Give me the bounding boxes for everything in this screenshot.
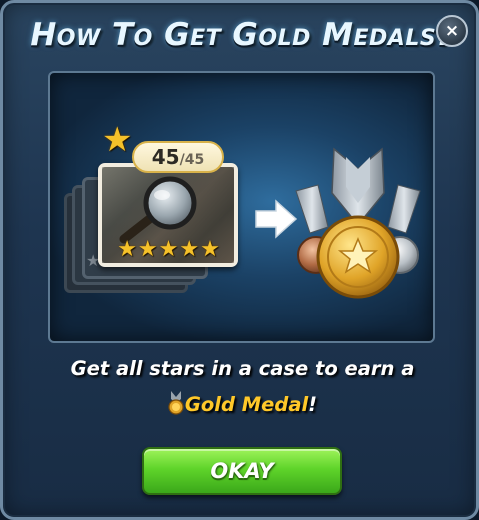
close-button[interactable]: × [436,15,468,47]
star-score-badge: 45/45 [132,141,224,173]
caption-suffix: ! [308,393,318,416]
gold-medals-dialog: How To Get Gold Medals? × ★★★★★ 45/45 ★ … [0,0,479,520]
caption-line-2: Gold Medal! [3,391,476,416]
gold-medal-icon [168,391,184,415]
caption-line-1: Get all stars in a case to earn a [70,357,415,380]
medals-icon [295,147,421,299]
illustration-panel: ★★★★★ 45/45 ★ [48,71,435,343]
close-icon: × [444,21,460,41]
dialog-title: How To Get Gold Medals? [30,17,455,53]
score-current: 45 [151,145,180,169]
gold-medal-label: Gold Medal [184,393,309,416]
star-icon: ★ [102,120,133,160]
case-card-stars: ★★★★★ [117,237,221,262]
okay-button[interactable]: OKAY [142,447,342,495]
score-total: 45 [184,152,205,168]
